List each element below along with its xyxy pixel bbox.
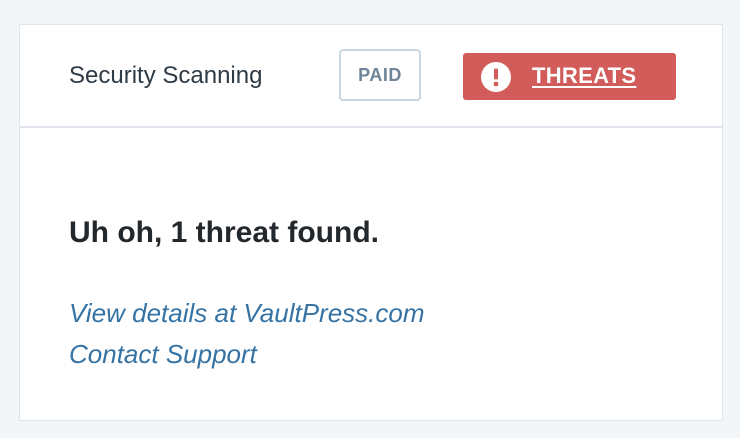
plan-badge: PAID — [339, 49, 421, 101]
threats-button[interactable]: THREATS — [463, 53, 676, 100]
card-header: Security Scanning PAID THREATS — [20, 25, 722, 128]
threat-message: Uh oh, 1 threat found. — [69, 216, 379, 249]
card-title: Security Scanning — [69, 62, 263, 89]
view-details-link[interactable]: View details at VaultPress.com — [69, 297, 425, 329]
contact-support-link[interactable]: Contact Support — [69, 338, 257, 370]
alert-icon — [481, 62, 511, 92]
security-scanning-card: Security Scanning PAID THREATS Uh oh, 1 … — [19, 24, 723, 421]
threats-label: THREATS — [532, 63, 637, 88]
